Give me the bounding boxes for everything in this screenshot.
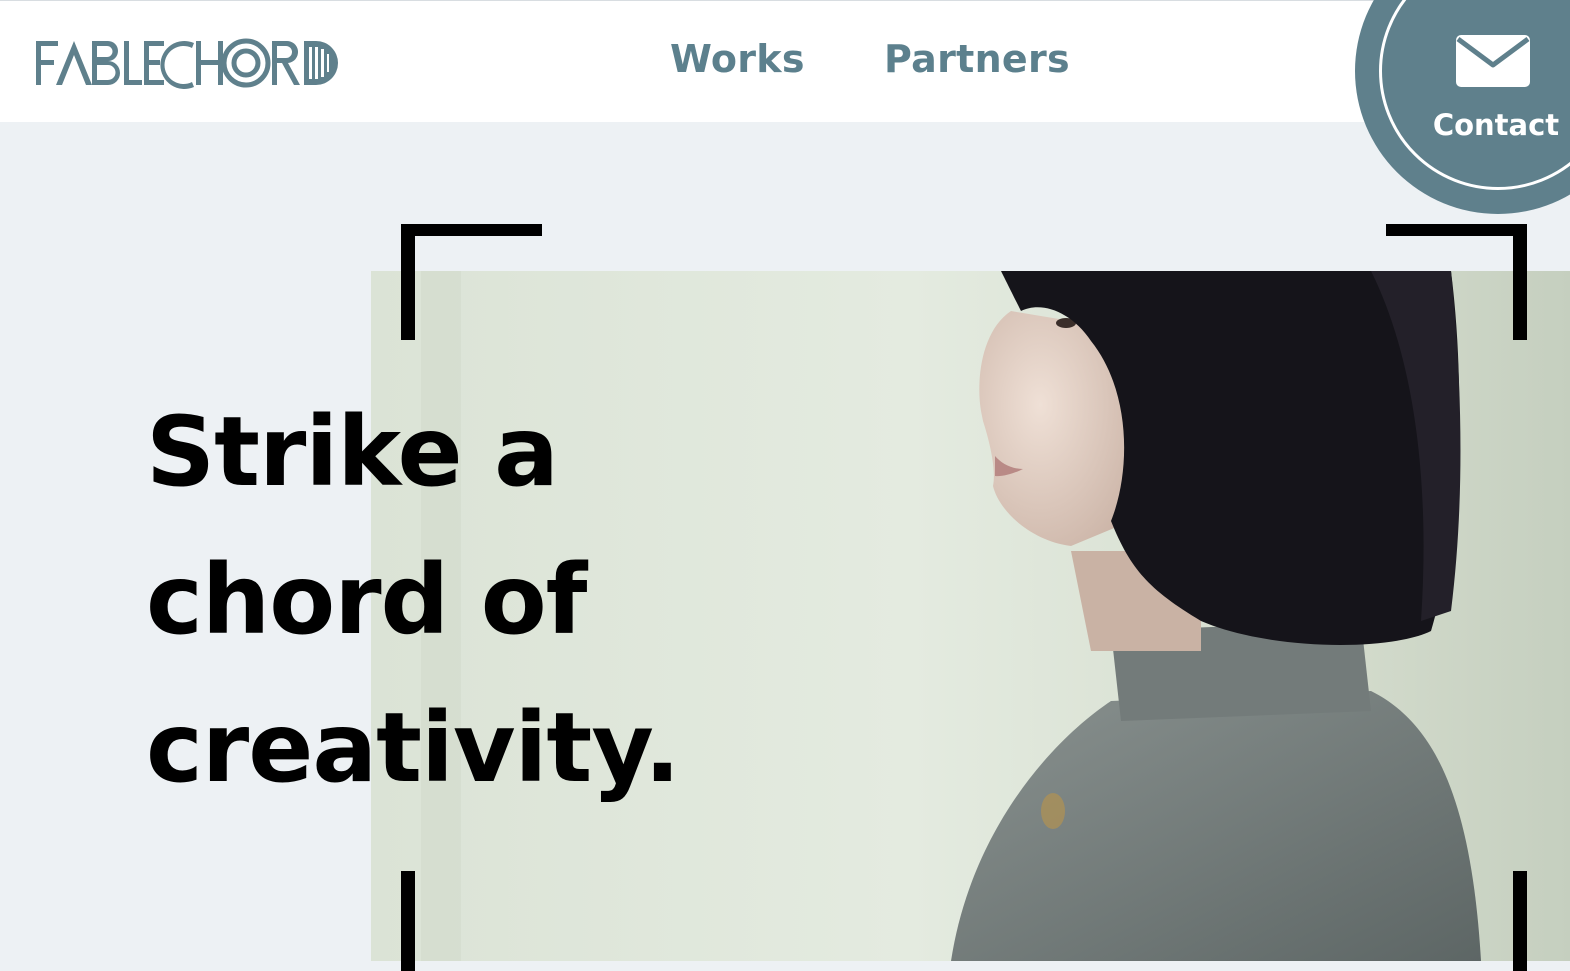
nav-partners-link[interactable]: Partners: [884, 37, 1070, 81]
contact-ring: [1379, 0, 1570, 190]
frame-corner-top-right-vertical: [1513, 224, 1527, 340]
frame-corner-bottom-left-vertical: [401, 871, 415, 971]
nav-works-link[interactable]: Works: [670, 37, 805, 81]
frame-corner-top-right-horizontal: [1386, 224, 1527, 236]
frame-corner-top-left-horizontal: [401, 224, 542, 236]
envelope-icon: [1456, 35, 1530, 87]
hero-headline: Strike a chord of creativity.: [146, 378, 681, 822]
headline-line-1: Strike a: [146, 396, 559, 508]
headline-line-2: chord of: [146, 544, 587, 656]
frame-corner-top-left-vertical: [401, 224, 415, 340]
headline-line-3: creativity.: [146, 692, 681, 804]
fablechord-logo[interactable]: [34, 35, 339, 93]
contact-button[interactable]: Contact: [1355, 0, 1570, 214]
frame-corner-bottom-right-vertical: [1513, 871, 1527, 971]
contact-label: Contact: [1432, 108, 1560, 142]
site-header: Works Partners: [0, 0, 1570, 122]
